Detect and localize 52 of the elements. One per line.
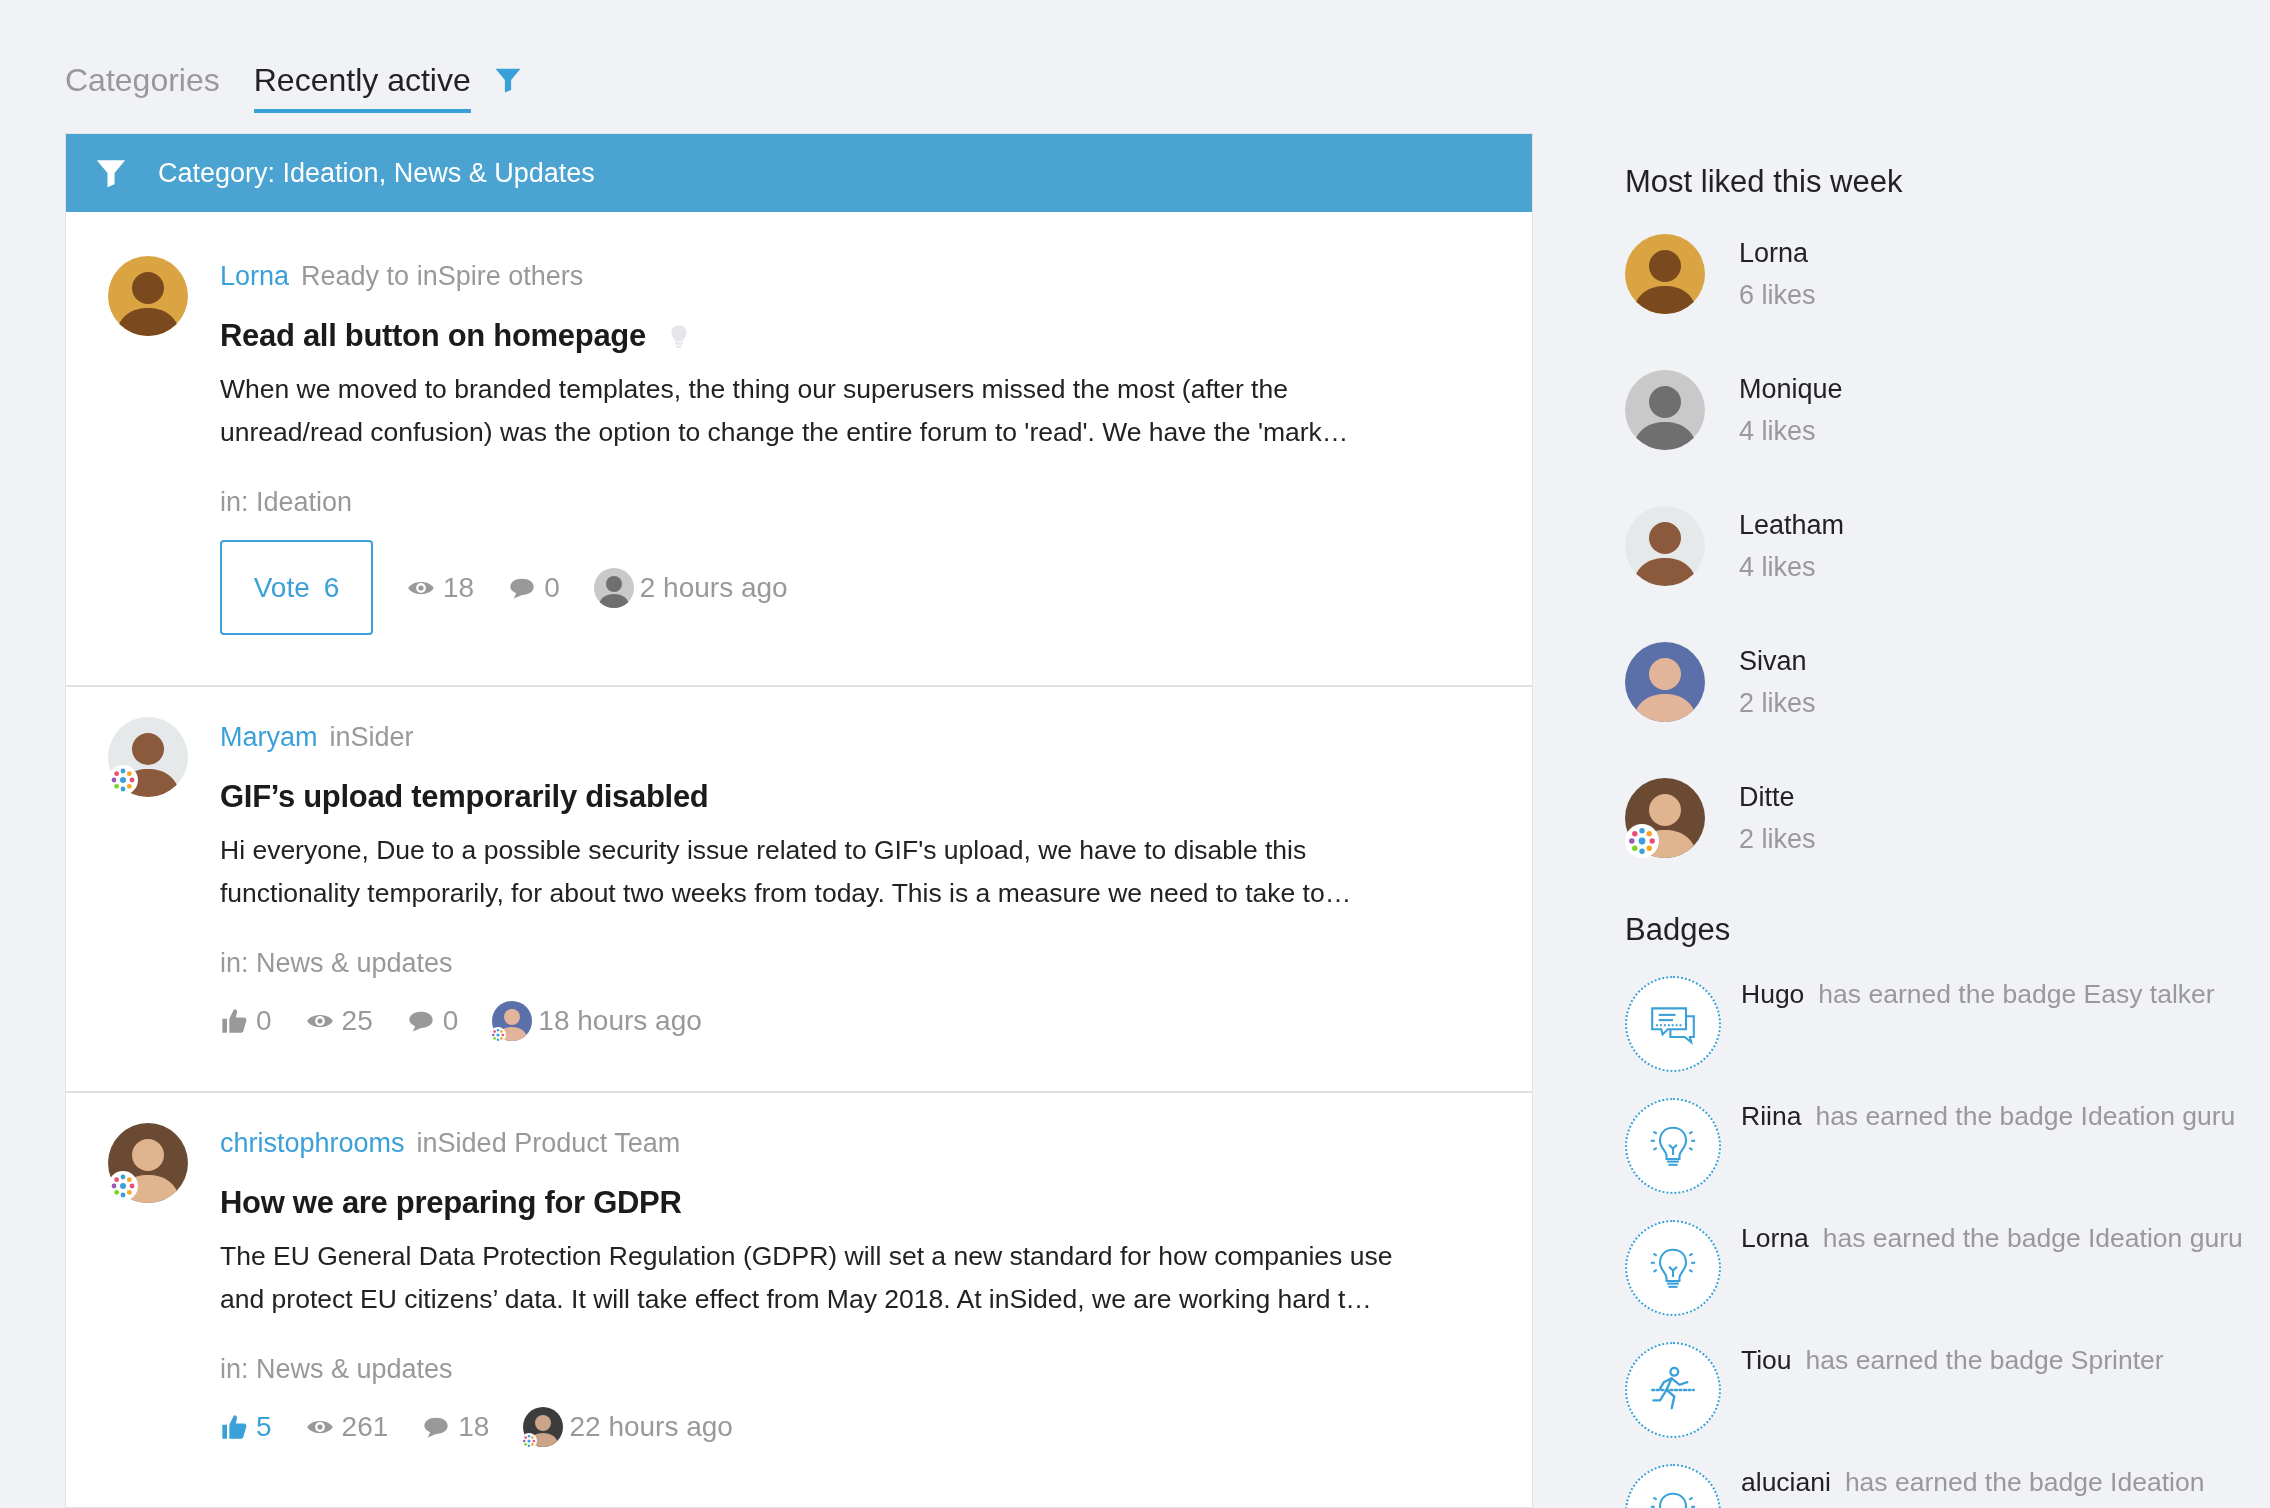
author-role: Ready to inSpire others [301,260,584,293]
tab[interactable]: Recently active [253,62,471,113]
user-name[interactable]: Lorna [1739,232,1816,274]
rank-badge-icon [490,1027,507,1043]
author-role: inSided Product Team [416,1127,681,1160]
rank-badge-icon [521,1433,538,1449]
like-total: 2 likes [1739,823,1816,856]
comment-count: 18 [458,1411,490,1443]
user-name[interactable]: Lorna [1741,1223,1809,1253]
user-name[interactable]: Monique [1739,368,1843,410]
topic-title[interactable]: Read all button on homepage [220,314,646,358]
avatar[interactable] [593,567,634,608]
topic-excerpt: When we moved to branded templates, the thing our superusers missed the most (after the unread/read confusion) was the option to change the entire forum to 'read'. We have the 'mark… [220,373,1349,449]
filter-label: Category: Ideation, News & Updates [158,157,595,189]
like-count: 0 [256,1005,272,1037]
section-heading: Most liked this week [1625,163,1904,201]
user-name[interactable]: aluciani [1741,1467,1831,1497]
like-total: 2 likes [1739,687,1816,720]
like-count: 5 [256,1411,272,1443]
like-total: 4 likes [1739,551,1817,584]
user-name[interactable]: Riina [1741,1101,1802,1131]
user-name[interactable]: Tiou [1741,1345,1792,1375]
topic-category: in: Ideation [220,486,354,519]
topic-title[interactable]: GIF’s upload temporarily disabled [220,775,709,819]
thumbs-up-icon[interactable] [220,1007,248,1035]
author-role: inSider [329,721,414,754]
comment-count: 0 [442,1005,459,1037]
comment-count: 0 [544,571,560,604]
user-name[interactable]: Leatham [1739,504,1845,546]
activity-time: 22 hours ago [569,1411,733,1443]
like-total: 6 likes [1739,279,1816,312]
user-name[interactable]: Ditte [1739,776,1816,818]
topic-excerpt: Hi everyone, Due to a possible security issue related to GIF's upload, we have to disable this functionality temporarily, for about two weeks from today. This is a measure we need to take to… [220,834,1352,910]
activity-time: 2 hours ago [639,571,788,604]
topic-category: in: News & updates [220,947,454,980]
user-name[interactable]: Hugo [1741,979,1805,1009]
badge-text: has earned the badge Ideation [1844,1467,2205,1497]
topic-excerpt: The EU General Data Protection Regulation (GDPR) will set a new standard for how companies use and protect EU citizens’ data. It will take effect from May 2018. At inSided, we are working hard t… [220,1240,1393,1316]
badge-text: has earned the badge Easy talker [1818,979,2215,1009]
activity-time: 18 hours ago [538,1005,702,1037]
topic-title[interactable]: How we are preparing for GDPR [220,1181,682,1225]
view-count: 261 [341,1411,389,1443]
view-count: 18 [443,571,475,604]
user-name[interactable]: Sivan [1739,640,1816,682]
thumbs-up-icon[interactable] [220,1413,248,1441]
like-total: 4 likes [1739,415,1817,448]
badge-text: has earned the badge Ideation guru [1815,1101,2236,1131]
topic-category: in: News & updates [220,1353,454,1386]
badge-text: has earned the badge Sprinter [1805,1345,2164,1375]
badge-text: has earned the badge Ideation guru [1822,1223,2243,1253]
view-count: 25 [341,1005,373,1037]
section-heading: Badges [1625,911,1732,949]
